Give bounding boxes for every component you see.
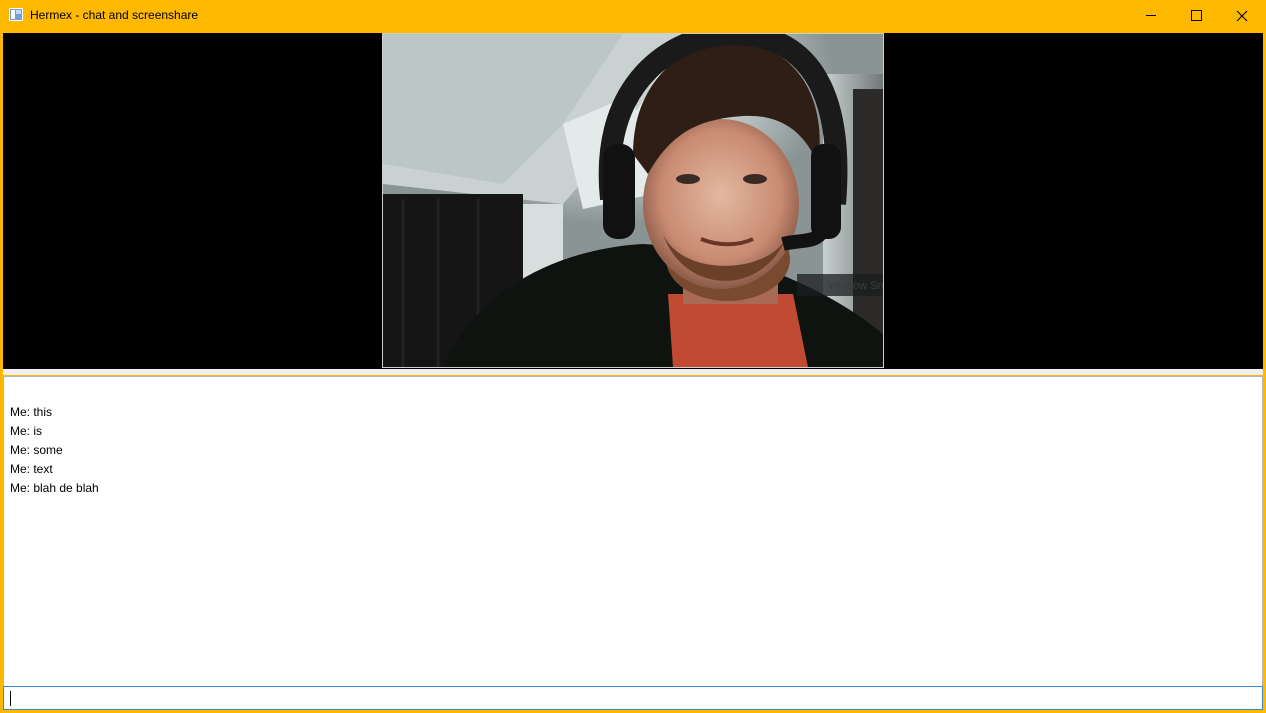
- chat-input-box[interactable]: [3, 686, 1263, 710]
- maximize-button[interactable]: [1173, 0, 1219, 31]
- chat-message: Me: text: [10, 462, 53, 476]
- chat-message: Me: is: [10, 424, 43, 438]
- window-snip-overlay: Window Snip: [828, 280, 883, 292]
- chat-input[interactable]: [4, 687, 1262, 709]
- chat-log[interactable]: Me: this Me: is Me: some Me: text Me: bl…: [3, 376, 1263, 687]
- app-window: Hermex - chat and screenshare Window Sn …: [0, 0, 1266, 713]
- webcam-video-feed: Window Snip: [382, 33, 884, 368]
- app-window-icon: [9, 8, 23, 21]
- chat-message: Me: some: [10, 443, 63, 457]
- chat-message: Me: this: [10, 405, 53, 419]
- video-panel: Window Snip: [3, 33, 1263, 369]
- title-bar[interactable]: Hermex - chat and screenshare: [0, 0, 1266, 31]
- chat-message: Me: blah de blah: [10, 481, 99, 495]
- maximize-icon: [1190, 10, 1202, 21]
- window-title: Hermex - chat and screenshare: [30, 8, 199, 22]
- panel-divider[interactable]: [3, 369, 1263, 375]
- close-button[interactable]: [1219, 0, 1265, 31]
- text-caret: [10, 691, 11, 706]
- close-icon: [1236, 10, 1248, 21]
- webcam-image: Window Snip: [383, 34, 883, 367]
- minimize-icon: [1146, 15, 1156, 16]
- minimize-button[interactable]: [1128, 0, 1174, 31]
